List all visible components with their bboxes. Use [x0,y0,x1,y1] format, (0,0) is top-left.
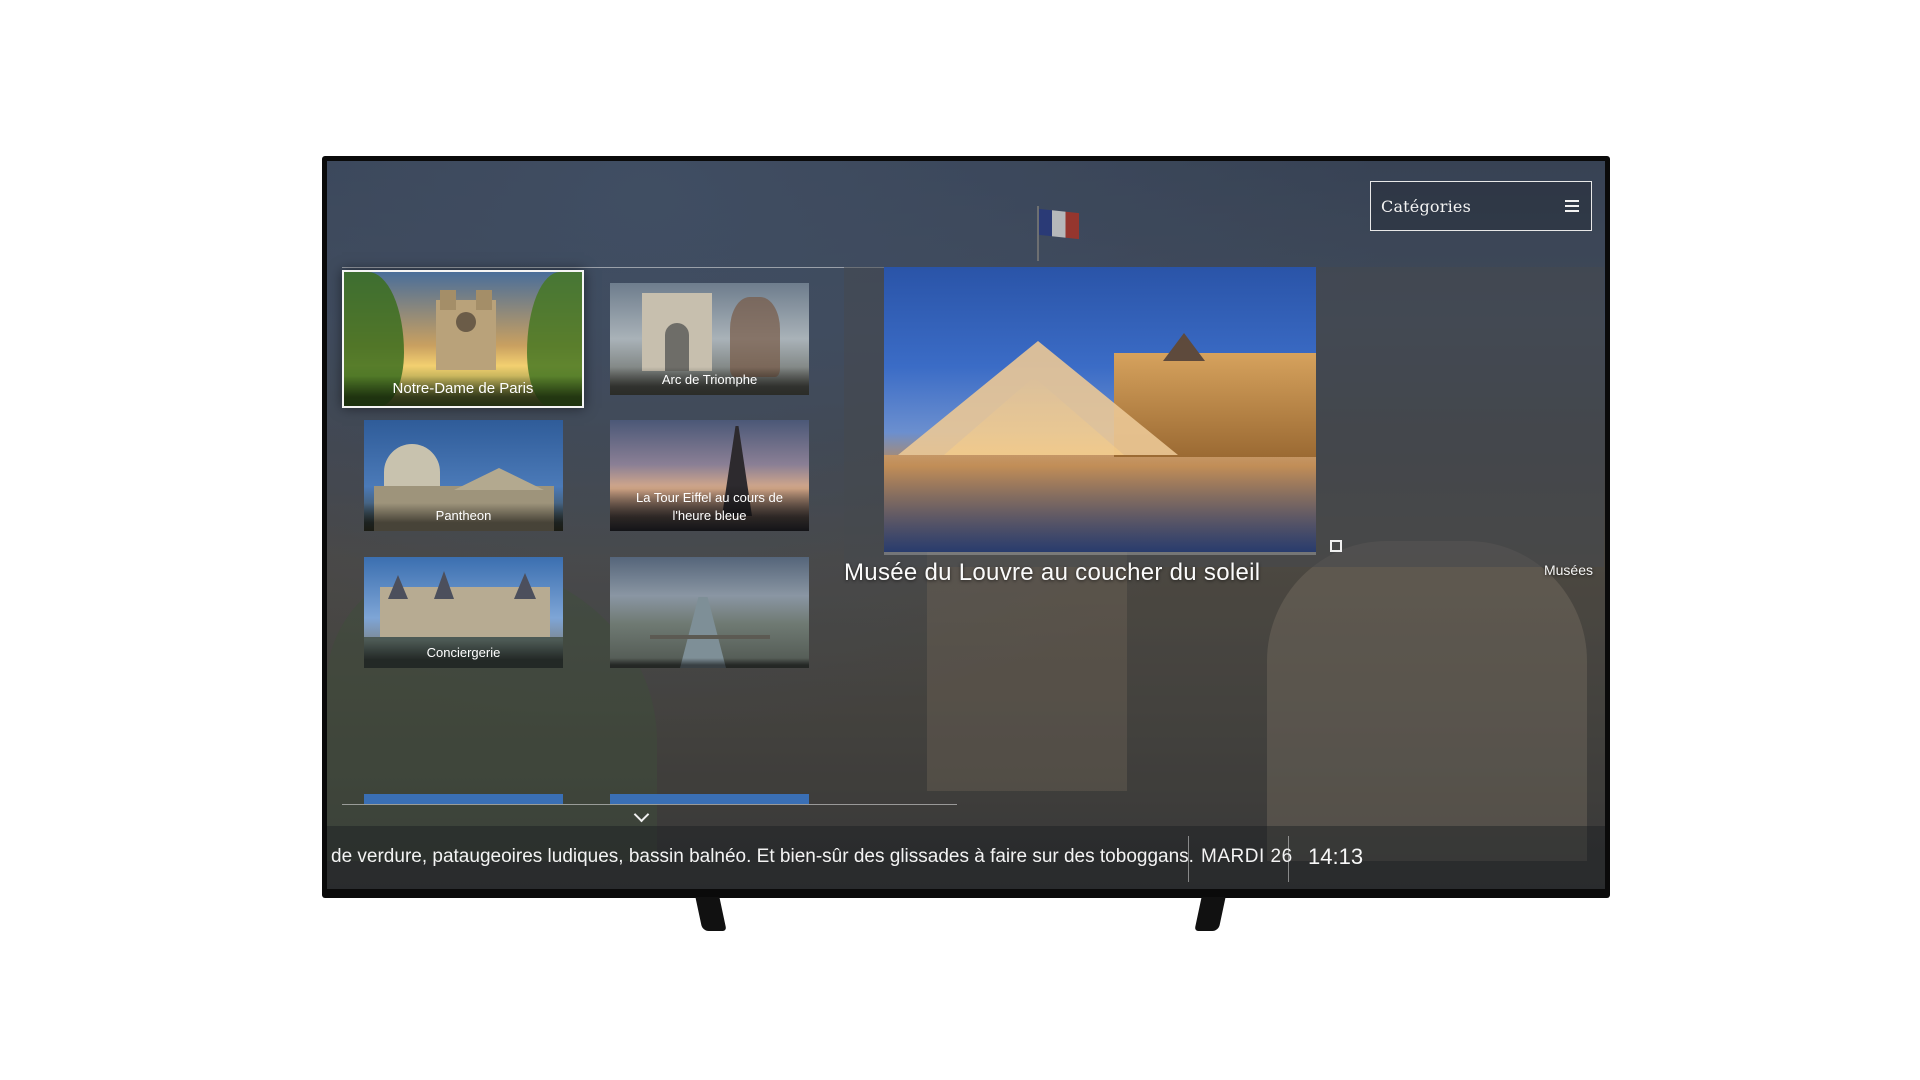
tile-notre-dame[interactable]: Notre-Dame de Paris [342,270,584,408]
tile-caption: La Tour Eiffel au cours de l'heure bleue [610,485,809,531]
tile-conciergerie[interactable]: Conciergerie [364,557,563,668]
tile-seine-aerial[interactable] [610,557,809,668]
video-progress-bar[interactable] [884,552,1316,555]
hamburger-icon [1565,200,1579,212]
tile-image [610,557,809,668]
tile-caption [610,658,809,668]
ticker-separator [1288,836,1289,882]
tile-caption: Arc de Triomphe [610,367,809,395]
tile-caption: Notre-Dame de Paris [344,376,582,406]
tile-partial[interactable] [610,794,809,804]
categories-label: Catégories [1381,196,1471,216]
tile-arc-de-triomphe[interactable]: Arc de Triomphe [610,283,809,395]
tile-pantheon[interactable]: Pantheon [364,420,563,531]
tv-stand-right [1194,897,1226,931]
tv-frame: Catégories Notre-Dame de Paris Arc de Tr… [322,156,1610,898]
fullscreen-icon[interactable] [1330,540,1342,552]
tile-tour-eiffel[interactable]: La Tour Eiffel au cours de l'heure bleue [610,420,809,531]
date-display: MARDI 26 [1201,846,1293,867]
featured-video[interactable] [884,267,1316,552]
featured-category[interactable]: Musées [1544,562,1593,578]
tile-partial[interactable] [364,794,563,804]
news-ticker-bar: de verdure, pataugeoires ludiques, bassi… [327,826,1605,889]
clock-display: 14:13 [1308,844,1364,869]
ticker-text: de verdure, pataugeoires ludiques, bassi… [331,846,1194,867]
water-reflection [884,455,1316,552]
tile-caption: Conciergerie [364,640,563,668]
featured-title: Musée du Louvre au coucher du soleil [844,559,1261,586]
tv-screen: Catégories Notre-Dame de Paris Arc de Tr… [327,161,1605,889]
grid-bottom-divider [342,804,957,805]
ticker-separator [1188,836,1189,882]
categories-button[interactable]: Catégories [1370,181,1592,231]
tv-stand-left [695,897,727,931]
tile-caption: Pantheon [364,503,563,531]
